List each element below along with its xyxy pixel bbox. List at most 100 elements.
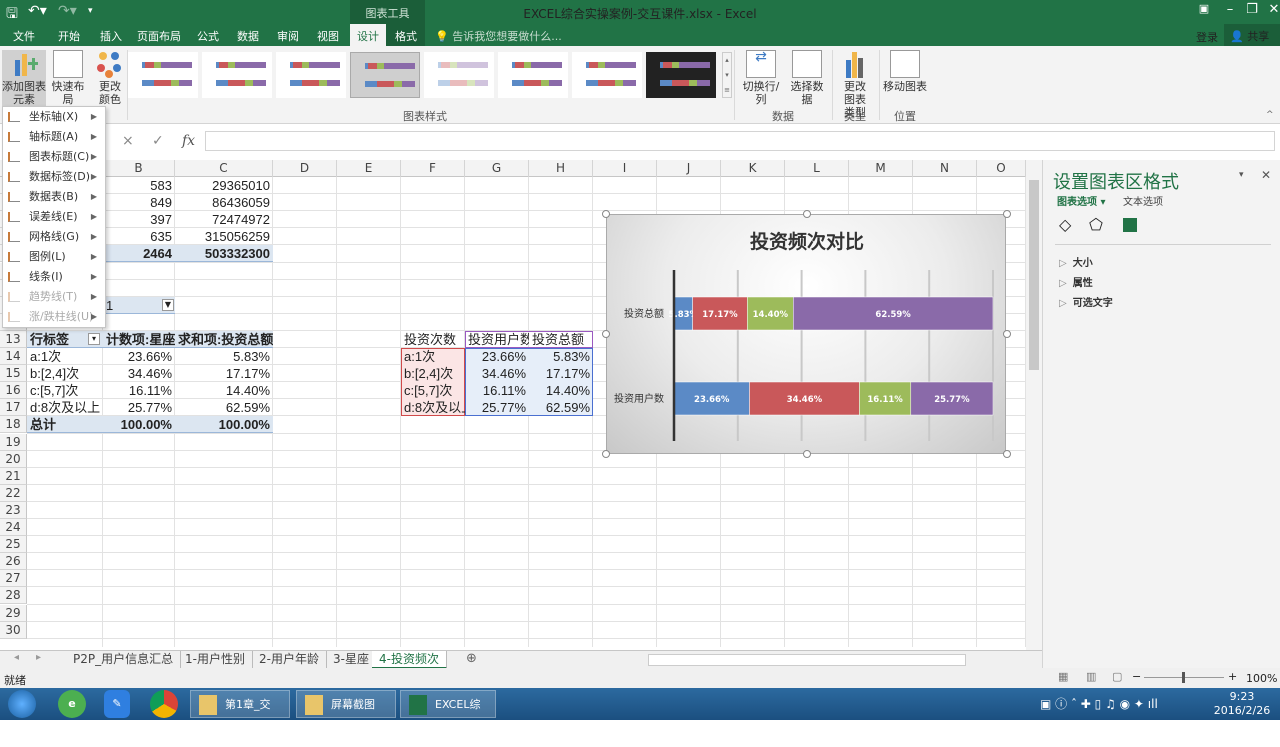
- row-header-13[interactable]: 13: [0, 330, 27, 348]
- chart-style-4[interactable]: [350, 52, 420, 98]
- chart-style-3[interactable]: [276, 52, 346, 98]
- pivot-filter-button[interactable]: ▼: [162, 298, 174, 311]
- sheet-tab-2[interactable]: 2-用户年龄: [252, 651, 327, 669]
- cell-F13[interactable]: 投资次数: [401, 331, 465, 348]
- row-header-14[interactable]: 14: [0, 348, 27, 366]
- cell-F17[interactable]: d:8次及以上: [401, 399, 465, 416]
- select-data-button[interactable]: 选择数据: [786, 50, 828, 106]
- cell-C18[interactable]: 100.00%: [175, 416, 273, 433]
- column-header-M[interactable]: M: [849, 160, 913, 177]
- column-header-C[interactable]: C: [175, 160, 273, 177]
- cell-G16[interactable]: 16.11%: [465, 382, 529, 399]
- chart-style-1[interactable]: [128, 52, 198, 98]
- page-layout-view-icon[interactable]: ▥: [1086, 670, 1096, 683]
- zoom-slider[interactable]: [1144, 672, 1224, 683]
- menu-item-4[interactable]: 数据表(B) ▶: [3, 187, 105, 207]
- tab-7[interactable]: 视图: [312, 28, 344, 44]
- column-header-N[interactable]: N: [913, 160, 977, 177]
- notes-app-icon[interactable]: ✎: [104, 690, 130, 718]
- cell-A15[interactable]: b:[2,4]次: [27, 365, 103, 382]
- enter-icon[interactable]: ✓: [152, 133, 164, 149]
- resize-handle[interactable]: [602, 450, 610, 458]
- zoom-level[interactable]: 100%: [1246, 672, 1277, 685]
- cell-H17[interactable]: 62.59%: [529, 399, 593, 416]
- pane-close-icon[interactable]: ✕: [1261, 168, 1271, 182]
- tab-4[interactable]: 公式: [192, 28, 224, 44]
- fill-line-icon[interactable]: ◇: [1059, 215, 1071, 234]
- pane-section-0[interactable]: ▷ 大小: [1059, 254, 1093, 269]
- tab-6[interactable]: 审阅: [272, 28, 304, 44]
- cell-G15[interactable]: 34.46%: [465, 365, 529, 382]
- cell-A14[interactable]: a:1次: [27, 348, 103, 365]
- chart-style-2[interactable]: [202, 52, 272, 98]
- cell-B15[interactable]: 34.46%: [103, 365, 175, 382]
- row-header-22[interactable]: 22: [0, 484, 27, 502]
- cell-B17[interactable]: 25.77%: [103, 399, 175, 416]
- column-header-E[interactable]: E: [337, 160, 401, 177]
- share-button[interactable]: 👤 共享: [1224, 24, 1280, 46]
- start-button[interactable]: [8, 690, 36, 718]
- cell-B4[interactable]: 583: [103, 177, 175, 194]
- ie-browser-icon[interactable]: e: [58, 690, 86, 718]
- cell-C13[interactable]: 求和项:投资总额: [175, 331, 273, 348]
- row-header-25[interactable]: 25: [0, 536, 27, 554]
- menu-item-5[interactable]: 误差线(E) ▶: [3, 207, 105, 227]
- pane-section-2[interactable]: ▷ 可选文字: [1059, 294, 1113, 309]
- formula-input[interactable]: [205, 131, 1275, 151]
- resize-handle[interactable]: [1003, 330, 1011, 338]
- chart-style-8[interactable]: [646, 52, 716, 98]
- row-header-18[interactable]: 18: [0, 416, 27, 434]
- row-header-24[interactable]: 24: [0, 519, 27, 537]
- taskbar-window-2[interactable]: EXCEL综合...: [400, 690, 496, 739]
- row-header-28[interactable]: 28: [0, 587, 27, 605]
- tab-9[interactable]: 格式: [390, 28, 422, 44]
- column-header-H[interactable]: H: [529, 160, 593, 177]
- column-header-F[interactable]: F: [401, 160, 465, 177]
- row-header-30[interactable]: 30: [0, 621, 27, 639]
- resize-handle[interactable]: [803, 210, 811, 218]
- row-header-21[interactable]: 21: [0, 467, 27, 485]
- resize-handle[interactable]: [1003, 450, 1011, 458]
- restore-button[interactable]: ❐: [1240, 2, 1264, 17]
- prev-sheet-icon[interactable]: ◂: [14, 652, 19, 663]
- resize-handle[interactable]: [1003, 210, 1011, 218]
- cell-F16[interactable]: c:[5,7]次: [401, 382, 465, 399]
- chart-style-5[interactable]: [424, 52, 494, 98]
- cell-C5[interactable]: 86436059: [175, 194, 273, 211]
- tab-3[interactable]: 页面布局: [134, 28, 184, 44]
- gallery-scroll[interactable]: ▴ ▾ ≡: [722, 52, 732, 98]
- cell-C8[interactable]: 503332300: [175, 245, 273, 262]
- column-header-G[interactable]: G: [465, 160, 529, 177]
- cell-H14[interactable]: 5.83%: [529, 348, 593, 365]
- cell-F14[interactable]: a:1次: [401, 348, 465, 365]
- chart-options-tab[interactable]: 图表选项 ▾: [1057, 193, 1106, 208]
- add-sheet-icon[interactable]: ⊕: [466, 651, 477, 666]
- cell-C14[interactable]: 5.83%: [175, 348, 273, 365]
- column-header-I[interactable]: I: [593, 160, 657, 177]
- cell-H13[interactable]: 投资总额: [529, 331, 593, 348]
- sheet-tab-0[interactable]: P2P_用户信息汇总: [66, 651, 182, 669]
- row-header-26[interactable]: 26: [0, 553, 27, 571]
- chart-plot[interactable]: 投资总额 5.83% 17.17% 14.40% 62.59%投资用户数 23.66% 34…: [607, 215, 1007, 455]
- add-chart-element-button[interactable]: 添加图表元素: [2, 50, 46, 106]
- zoom-in-button[interactable]: +: [1228, 670, 1237, 683]
- cell-G14[interactable]: 23.66%: [465, 348, 529, 365]
- column-header-J[interactable]: J: [657, 160, 721, 177]
- sheet-tab-1[interactable]: 1-用户性别: [178, 651, 253, 669]
- chart-style-7[interactable]: [572, 52, 642, 98]
- row-header-17[interactable]: 17: [0, 399, 27, 417]
- menu-item-7[interactable]: 图例(L) ▶: [3, 247, 105, 267]
- resize-handle[interactable]: [803, 450, 811, 458]
- taskbar-window-0[interactable]: 第1章_交互...: [190, 690, 290, 739]
- column-header-O[interactable]: O: [977, 160, 1026, 177]
- taskbar-window-1[interactable]: 屏幕截图: [296, 690, 396, 718]
- cell-A18[interactable]: 总计: [27, 416, 103, 433]
- cell-B7[interactable]: 635: [103, 228, 175, 245]
- text-options-tab[interactable]: 文本选项: [1123, 193, 1163, 208]
- minimize-button[interactable]: –: [1218, 2, 1242, 17]
- menu-item-6[interactable]: 网格线(G) ▶: [3, 227, 105, 247]
- chrome-icon[interactable]: [150, 690, 178, 718]
- size-properties-icon[interactable]: [1123, 218, 1137, 232]
- vertical-scrollbar[interactable]: [1026, 160, 1042, 650]
- menu-item-3[interactable]: 数据标签(D) ▶: [3, 167, 105, 187]
